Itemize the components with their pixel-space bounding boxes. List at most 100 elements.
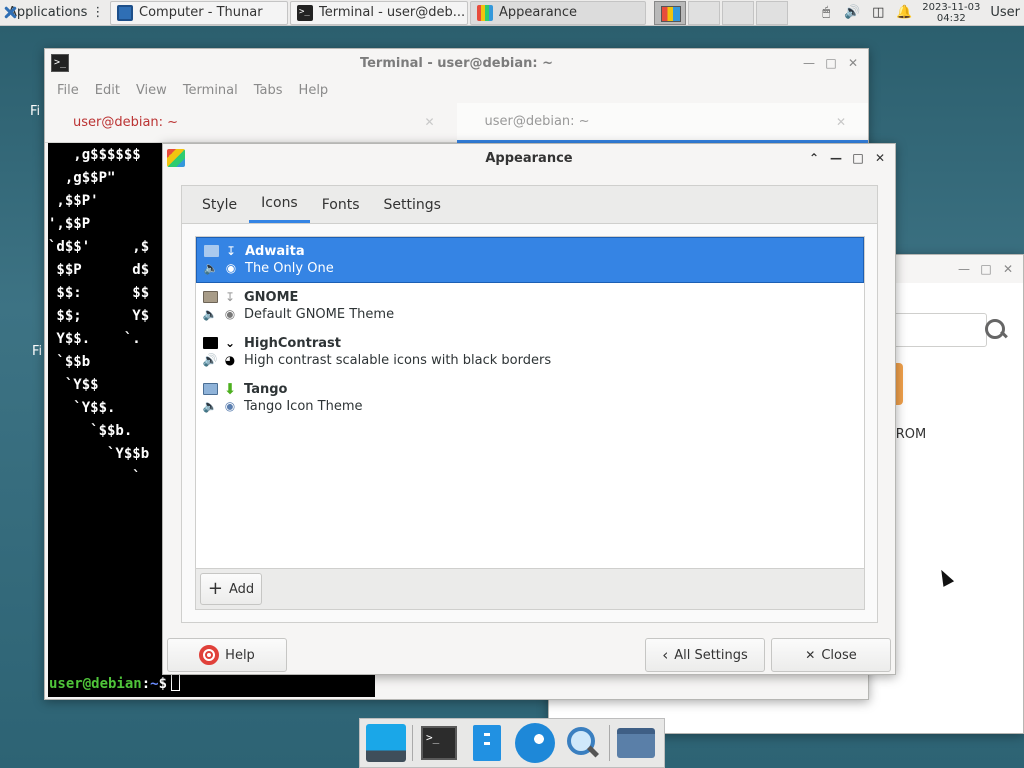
dock-app-finder[interactable] [561,721,605,765]
task-thunar[interactable]: Computer - Thunar [110,0,288,25]
workspace-4[interactable] [756,0,788,25]
task-appearance[interactable]: Appearance [470,0,646,25]
shade-icon[interactable]: ⌃ [807,151,821,165]
theme-name: HighContrast [244,336,341,351]
chevron-left-icon: ‹ [662,646,669,664]
theme-row-highcontrast[interactable]: ⌄ 🔊 ◕ HighContrast High contrast scalabl… [196,329,864,375]
user-menu[interactable]: User [990,5,1020,20]
dock-terminal[interactable]: >_ [417,721,461,765]
menu-help[interactable]: Help [291,83,337,98]
close-icon[interactable]: ✕ [873,151,887,165]
notification-bell-icon[interactable]: 🔔 [896,5,912,21]
appearance-icon [477,4,493,21]
maximize-icon[interactable]: □ [824,56,838,70]
desktop-icon-label-2[interactable]: Fi [32,344,42,359]
help-button[interactable]: Help [167,638,287,672]
dock-home-folder[interactable] [614,721,658,765]
terminal-tab-2-label: user@debian: ~ [484,114,590,129]
add-theme-button[interactable]: + Add [200,573,262,605]
folder-icon [203,243,219,258]
text-cursor [171,673,181,691]
terminal-icon: >_ [297,4,313,21]
menu-edit[interactable]: Edit [87,83,128,98]
appearance-titlebar[interactable]: Appearance ⌃ — □ ✕ [163,144,895,172]
all-settings-button[interactable]: ‹ All Settings [645,638,765,672]
close-x-icon: ✕ [805,648,816,662]
plus-icon: + [207,578,223,599]
close-icon[interactable]: ✕ [846,56,860,70]
desktop-icon-label-1[interactable]: Fi [30,104,40,119]
folder-icon [202,335,218,350]
drive-label[interactable]: -ROM [891,427,926,442]
system-tray: 🖱 🔊 ◫ 🔔 2023-11-03 04:32 User [818,0,1024,26]
menu-terminal[interactable]: Terminal [175,83,246,98]
terminal-tab-2[interactable]: user@debian: ~ ✕ [456,103,868,143]
theme-row-tango[interactable]: ⬇ 🔈 ◉ Tango Tango Icon Theme [196,375,864,421]
tab-settings[interactable]: Settings [372,186,453,223]
speaker-icon: 🔈 [203,260,219,275]
minimize-icon[interactable]: — [802,56,816,70]
top-panel: Applications ⋮ Computer - Thunar >_ Term… [0,0,1024,26]
theme-description: The Only One [245,261,334,276]
battery-icon[interactable]: ◫ [870,5,886,21]
add-label: Add [228,581,255,597]
theme-preview: ↧ 🔈 ◉ [203,243,243,277]
close-tab-icon[interactable]: ✕ [836,115,846,129]
appearance-window: Appearance ⌃ — □ ✕ Style Icons Fonts Set… [162,143,896,675]
dock-show-desktop[interactable] [364,721,408,765]
terminal-titlebar[interactable]: >_ Terminal - user@debian: ~ — □ ✕ [45,49,868,77]
speaker-icon: 🔈 [202,398,218,413]
computer-icon [117,4,133,21]
globe-icon: ◉ [224,398,236,413]
appearance-notebook: Style Icons Fonts Settings ↧ 🔈 ◉ Adwaita… [181,185,878,623]
task-terminal[interactable]: >_ Terminal - user@deb... [290,0,468,25]
workspace-1[interactable] [654,0,686,25]
down-arrow-icon: ⬇ [223,379,237,398]
workspace-2[interactable] [688,0,720,25]
minimize-icon[interactable]: — [957,262,971,276]
task-appearance-label: Appearance [499,5,578,20]
tab-fonts[interactable]: Fonts [310,186,372,223]
folder-icon [617,728,655,758]
dock-file-manager[interactable] [465,721,509,765]
terminal-menubar: File Edit View Terminal Tabs Help [45,77,868,103]
workspace-3[interactable] [722,0,754,25]
applications-menu[interactable]: Applications ⋮ [0,0,108,26]
close-icon[interactable]: ✕ [1001,262,1015,276]
minimize-icon[interactable]: — [829,151,843,165]
task-thunar-label: Computer - Thunar [139,5,263,20]
theme-description: Tango Icon Theme [244,399,363,414]
thunar-location-bar[interactable] [887,313,987,347]
theme-row-adwaita[interactable]: ↧ 🔈 ◉ Adwaita The Only One [196,237,864,283]
search-icon[interactable] [983,317,1009,343]
close-tab-icon[interactable]: ✕ [424,115,434,129]
theme-preview: ⬇ 🔈 ◉ [202,379,242,415]
all-settings-label: All Settings [674,647,748,663]
theme-name: Adwaita [245,244,305,259]
close-label: Close [821,647,857,663]
menu-view[interactable]: View [128,83,175,98]
maximize-icon[interactable]: □ [851,151,865,165]
terminal-tab-1[interactable]: user@debian: ~ ✕ [45,103,457,143]
tab-style[interactable]: Style [190,186,249,223]
folder-icon [202,381,218,396]
theme-name: GNOME [244,290,299,305]
dock-separator [412,725,413,761]
menu-tabs[interactable]: Tabs [246,83,291,98]
volume-icon[interactable]: 🔊 [844,5,860,21]
icon-theme-list[interactable]: ↧ 🔈 ◉ Adwaita The Only One ↧ 🔈 ◉ GNOME D… [195,236,865,569]
close-button[interactable]: ✕ Close [771,638,891,672]
speaker-icon: 🔊 [202,352,218,367]
maximize-icon[interactable]: □ [979,262,993,276]
appearance-title: Appearance [485,150,573,166]
prompt-symbol: $ [158,676,168,692]
theme-row-gnome[interactable]: ↧ 🔈 ◉ GNOME Default GNOME Theme [196,283,864,329]
network-icon[interactable]: 🖱 [818,5,834,21]
theme-description: Default GNOME Theme [244,307,395,322]
theme-description: High contrast scalable icons with black … [244,353,552,368]
shell-prompt[interactable]: user@debian:~$ [49,673,181,696]
tab-icons[interactable]: Icons [249,186,310,223]
clock[interactable]: 2023-11-03 04:32 [922,2,980,24]
menu-file[interactable]: File [49,83,87,98]
dock-web-browser[interactable] [513,721,557,765]
